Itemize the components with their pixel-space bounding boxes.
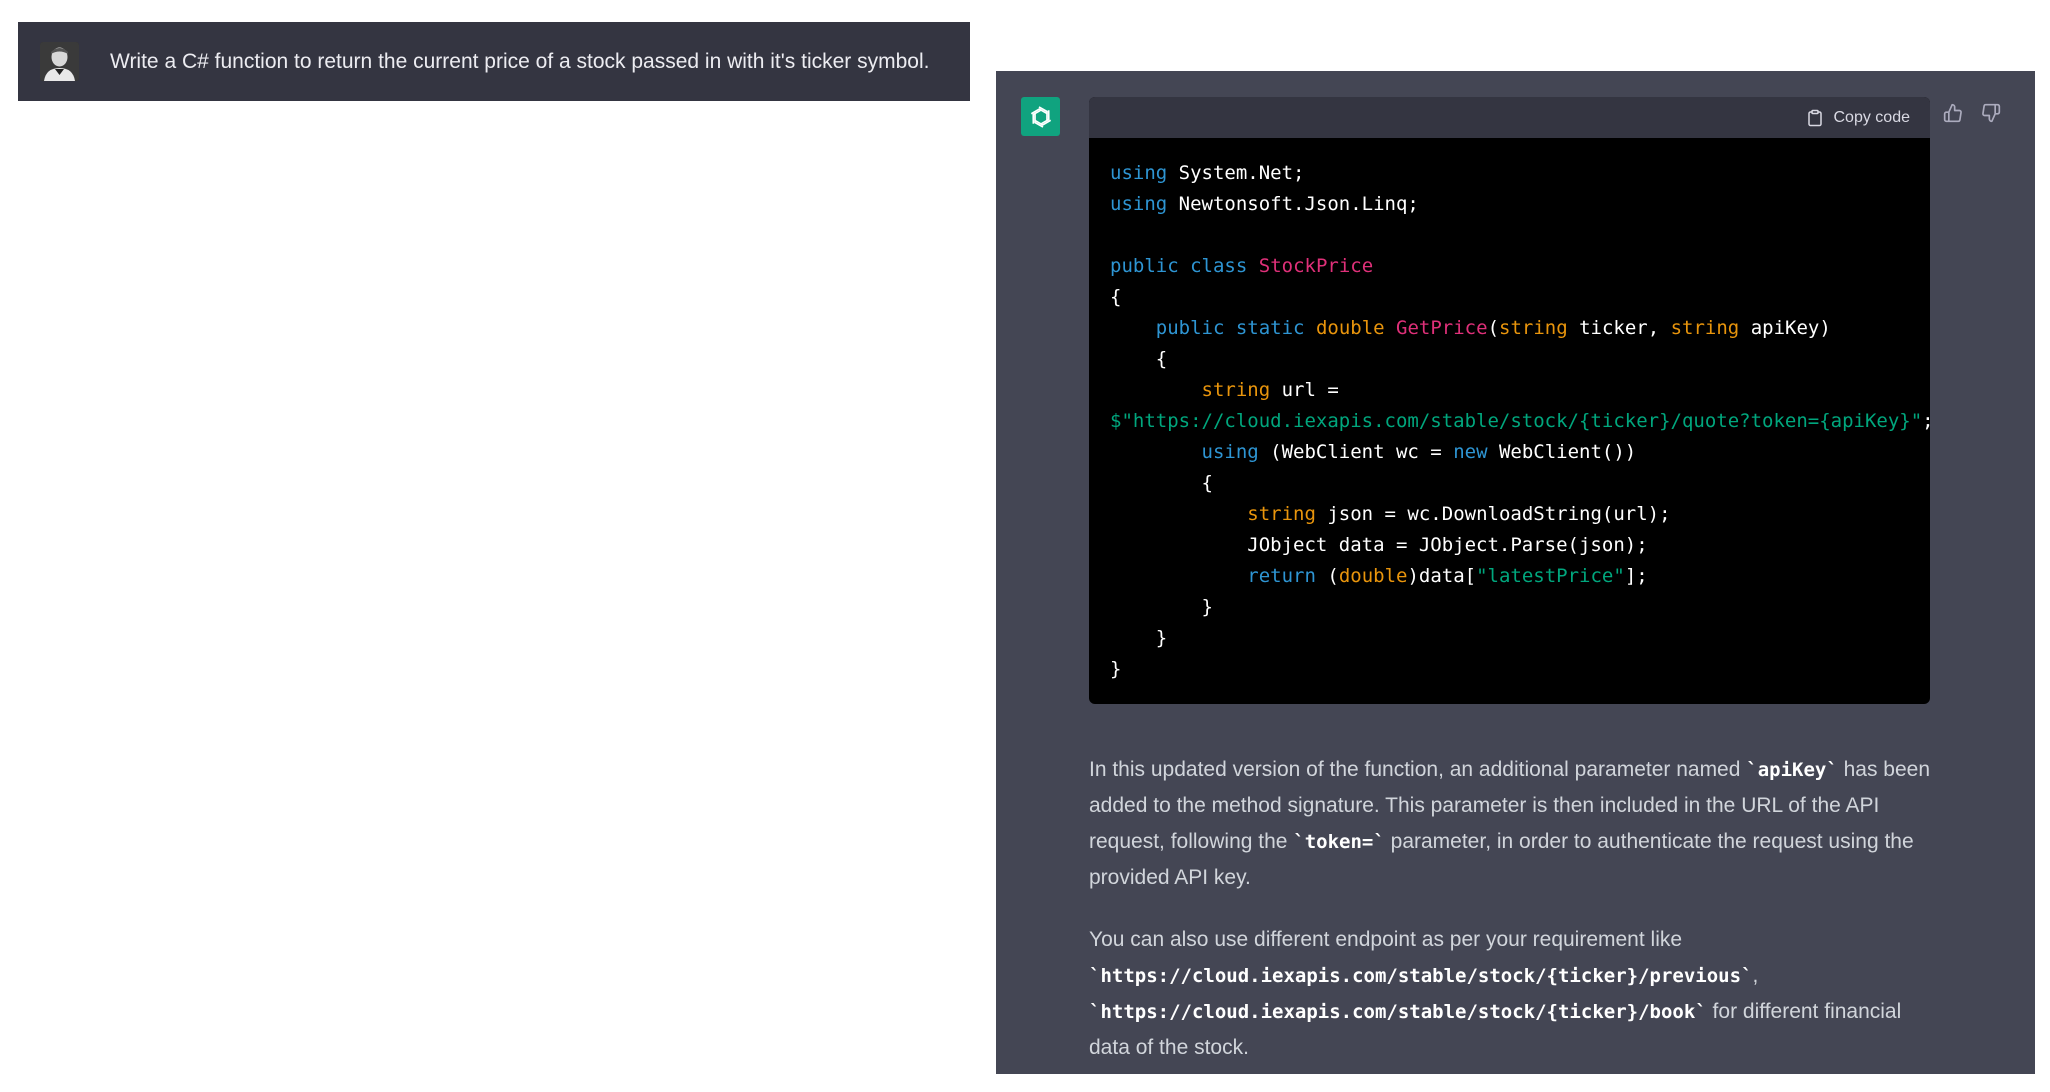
inline-code: `token=` (1293, 831, 1385, 853)
code-block: Copy code using System.Net; using Newtons… (1089, 97, 1930, 704)
code-line: { (1110, 344, 1909, 375)
code-token: string (1670, 317, 1740, 339)
code-token: string (1201, 379, 1271, 401)
clipboard-icon (1807, 109, 1822, 126)
assistant-message: Copy code using System.Net; using Newtons… (996, 71, 2035, 1074)
thumbs-down-icon (1982, 103, 2001, 123)
code-line: } (1110, 623, 1909, 654)
code-token: } (1110, 627, 1168, 649)
code-line: { (1110, 468, 1909, 499)
code-token: { (1110, 472, 1213, 494)
thumbs-up-icon (1943, 103, 1962, 123)
code-token: string (1247, 503, 1316, 525)
code-token: WebClient()) (1487, 441, 1637, 463)
code-line: using System.Net; (1110, 158, 1909, 189)
code-token: { (1110, 286, 1122, 308)
code-token: ticker, (1567, 317, 1671, 339)
inline-code: `apiKey` (1746, 759, 1838, 781)
code-token: using (1110, 162, 1168, 184)
explanation-paragraph: You can also use different endpoint as p… (1089, 922, 1939, 1066)
code-token: string (1499, 317, 1568, 339)
chat-screen: Write a C# function to return the curren… (0, 0, 2050, 1092)
code-token: System.Net; (1167, 162, 1305, 184)
explanation-text: In this updated version of the function,… (1089, 752, 1939, 1074)
code-token: double (1338, 565, 1408, 587)
code-token: class (1190, 255, 1248, 277)
copy-code-button[interactable]: Copy code (1806, 108, 1911, 128)
feedback-buttons (1941, 101, 2003, 125)
code-line: string url = (1110, 375, 1909, 406)
inline-code: `https://cloud.iexapis.com/stable/stock/… (1089, 965, 1753, 987)
thumbs-up-button[interactable] (1941, 101, 1965, 125)
code-line: JObject data = JObject.Parse(json); (1110, 530, 1909, 561)
user-message: Write a C# function to return the curren… (18, 22, 970, 101)
code-token: $"https://cloud.iexapis.com/stable/stock… (1110, 410, 1923, 432)
thumbs-down-button[interactable] (1979, 101, 2003, 125)
code-token: { (1110, 348, 1168, 370)
code-token: ( (1315, 565, 1339, 587)
paragraph-text: In this updated version of the function,… (1089, 758, 1747, 781)
code-token: apiKey) (1739, 317, 1831, 339)
code-token: return (1247, 565, 1316, 587)
inline-code: `https://cloud.iexapis.com/stable/stock/… (1089, 1001, 1707, 1023)
user-avatar (40, 42, 79, 81)
code-token: (WebClient wc = (1258, 441, 1454, 463)
code-line: } (1110, 592, 1909, 623)
code-line: using Newtonsoft.Json.Linq; (1110, 189, 1909, 220)
code-token: new (1453, 441, 1488, 463)
copy-code-label: Copy code (1833, 108, 1911, 126)
code-token: ]; (1624, 565, 1648, 587)
code-token: static (1235, 317, 1305, 339)
code-token: url = (1270, 379, 1339, 401)
code-line: public static double GetPrice(string tic… (1110, 313, 1909, 344)
openai-logo-icon (1021, 97, 1060, 136)
code-block-header: Copy code (1089, 97, 1930, 138)
code-line: public class StockPrice (1110, 251, 1909, 282)
code-token: ; (1922, 410, 1930, 432)
code-token: "latestPrice" (1476, 565, 1625, 587)
code-token: StockPrice (1258, 255, 1374, 277)
code-token: ( (1487, 317, 1500, 339)
code-line: using (WebClient wc = new WebClient()) (1110, 437, 1909, 468)
code-token: public (1110, 255, 1179, 277)
code-token: Newtonsoft.Json.Linq; (1167, 193, 1419, 215)
code-token: } (1110, 596, 1213, 618)
user-prompt-text: Write a C# function to return the curren… (110, 50, 930, 73)
code-token: double (1315, 317, 1385, 339)
code-token: } (1110, 658, 1122, 680)
code-token: GetPrice (1396, 317, 1488, 339)
code-token: json = wc.DownloadString(url); (1315, 503, 1671, 525)
code-line: { (1110, 282, 1909, 313)
code-line: return (double)data["latestPrice"]; (1110, 561, 1909, 592)
code-token: JObject data = JObject.Parse(json); (1110, 534, 1648, 556)
code-token: using (1110, 193, 1168, 215)
code-token: )data[ (1407, 565, 1477, 587)
paragraph-text: , (1752, 964, 1759, 987)
code-token: public (1155, 317, 1225, 339)
code-line: $"https://cloud.iexapis.com/stable/stock… (1110, 406, 1930, 437)
paragraph-text: You can also use different endpoint as p… (1089, 928, 1683, 951)
code-line: string json = wc.DownloadString(url); (1110, 499, 1909, 530)
code-token: using (1201, 441, 1259, 463)
code-body: using System.Net; using Newtonsoft.Json.L… (1089, 138, 1930, 704)
explanation-paragraph: In this updated version of the function,… (1089, 752, 1939, 896)
code-line: } (1110, 654, 1909, 685)
